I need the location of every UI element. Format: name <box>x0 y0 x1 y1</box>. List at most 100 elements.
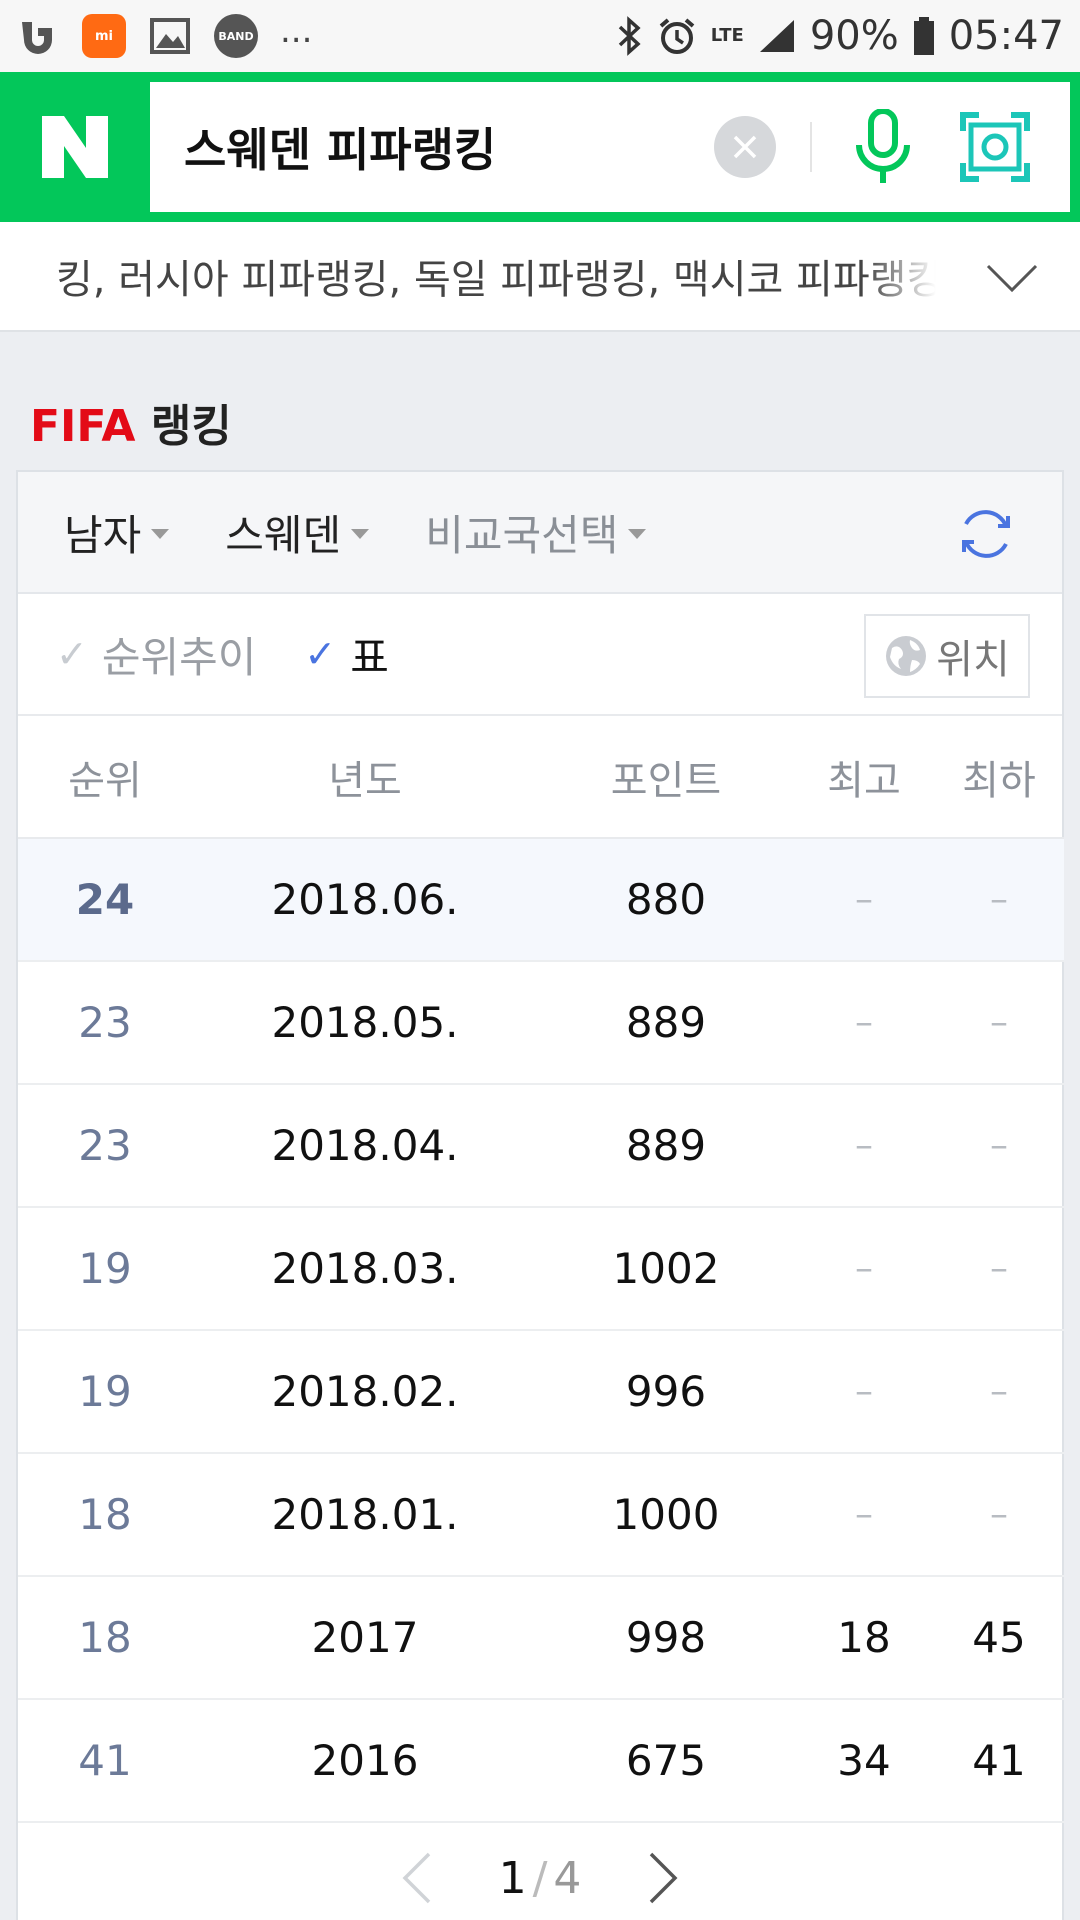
year-cell: 2016 <box>192 1699 538 1823</box>
next-page-button[interactable] <box>643 1850 683 1906</box>
previous-page-button[interactable] <box>397 1850 437 1906</box>
clear-search-button[interactable] <box>714 116 776 178</box>
table-view-option[interactable]: ✓ 표 <box>304 624 388 685</box>
table-row: 19 2018.03. 1002 – – <box>18 1207 1064 1331</box>
refresh-icon[interactable] <box>954 502 1018 566</box>
location-button[interactable]: 위치 <box>864 614 1030 698</box>
worst-cell: 45 <box>934 1576 1064 1700</box>
header-best: 최고 <box>794 716 934 839</box>
total-pages: 4 <box>553 1852 582 1904</box>
signal-icon <box>759 20 794 52</box>
rank-cell: 18 <box>18 1453 192 1577</box>
naver-logo-icon <box>42 116 108 178</box>
header-worst: 최하 <box>934 716 1064 839</box>
compare-country-select[interactable]: 비교국선택 <box>425 502 647 563</box>
worst-cell: – <box>934 838 1064 962</box>
country-select[interactable]: 스웨덴 <box>225 502 370 563</box>
points-cell: 1002 <box>538 1207 794 1331</box>
band-icon: BAND <box>214 14 258 58</box>
battery-icon <box>913 17 934 55</box>
header-year: 년도 <box>192 716 538 839</box>
caret-down-icon <box>628 529 647 539</box>
points-cell: 880 <box>538 838 794 962</box>
worst-cell: 41 <box>934 1699 1064 1823</box>
status-bar: mi BAND ... LTE 90% 05:47 <box>0 0 1080 72</box>
section-title: FIFA 랭킹 <box>30 390 232 454</box>
rank-cell: 19 <box>18 1330 192 1454</box>
clock: 05:47 <box>948 13 1064 59</box>
table-row: 23 2018.05. 889 – – <box>18 961 1064 1085</box>
table-row: 18 2017 998 18 45 <box>18 1576 1064 1700</box>
header-rank: 순위 <box>18 716 192 839</box>
gender-select[interactable]: 남자 <box>64 502 170 563</box>
points-cell: 889 <box>538 1084 794 1208</box>
compare-select-label: 비교국선택 <box>425 510 619 560</box>
globe-icon <box>886 636 927 676</box>
best-cell: – <box>794 1084 934 1208</box>
band-icon-label: BAND <box>218 29 254 43</box>
bluetooth-icon <box>618 16 641 56</box>
mi-icon: mi <box>82 14 126 58</box>
related-searches-text[interactable]: 킹, 러시아 피파랭킹, 독일 피파랭킹, 맥시코 피파랭킹 <box>56 247 936 305</box>
rank-cell: 23 <box>18 1084 192 1208</box>
rank-cell: 19 <box>18 1207 192 1331</box>
best-cell: 18 <box>794 1576 934 1700</box>
best-cell: 34 <box>794 1699 934 1823</box>
table-row: 19 2018.02. 996 – – <box>18 1330 1064 1454</box>
chevron-down-icon[interactable] <box>984 250 1040 306</box>
trend-view-label: 순위추이 <box>101 632 257 682</box>
rank-cell: 24 <box>18 838 192 962</box>
check-icon: ✓ <box>304 632 337 676</box>
view-toggle-row: ✓ 순위추이 ✓ 표 위치 <box>18 594 1062 716</box>
year-cell: 2018.02. <box>192 1330 538 1454</box>
voice-search-button[interactable] <box>838 102 928 192</box>
points-cell: 996 <box>538 1330 794 1454</box>
year-cell: 2018.05. <box>192 961 538 1085</box>
table-header-row: 순위 년도 포인트 최고 최하 <box>18 716 1064 839</box>
current-page: 1 <box>498 1852 527 1904</box>
camera-lens-icon <box>960 112 1030 182</box>
trend-view-option[interactable]: ✓ 순위추이 <box>56 624 256 685</box>
best-cell: – <box>794 1330 934 1454</box>
caret-down-icon <box>351 529 370 539</box>
lens-search-button[interactable] <box>950 102 1040 192</box>
year-cell: 2018.03. <box>192 1207 538 1331</box>
year-cell: 2018.04. <box>192 1084 538 1208</box>
year-cell: 2018.06. <box>192 838 538 962</box>
table-row: 41 2016 675 34 41 <box>18 1699 1064 1823</box>
close-icon <box>733 135 757 159</box>
fifa-ranking-card: 남자 스웨덴 비교국선택 ✓ 순위추이 ✓ 표 위치 순위 년도 포인트 최고 … <box>16 470 1064 1920</box>
worst-cell: – <box>934 1453 1064 1577</box>
best-cell: – <box>794 1453 934 1577</box>
best-cell: – <box>794 838 934 962</box>
notification-icons: mi BAND ... <box>16 11 312 58</box>
filter-bar: 남자 스웨덴 비교국선택 <box>18 472 1062 594</box>
section-title-brand: FIFA <box>30 401 136 452</box>
worst-cell: – <box>934 961 1064 1085</box>
page-separator: / <box>532 1852 548 1904</box>
gender-select-label: 남자 <box>64 510 142 560</box>
caret-down-icon <box>151 529 170 539</box>
mi-icon-label: mi <box>94 28 113 44</box>
best-cell: – <box>794 1207 934 1331</box>
ranking-table: 순위 년도 포인트 최고 최하 24 2018.06. 880 – – 23 2… <box>18 716 1064 1823</box>
year-cell: 2018.01. <box>192 1453 538 1577</box>
year-cell: 2017 <box>192 1576 538 1700</box>
search-header: 스웨덴 피파랭킹 <box>0 72 1080 222</box>
rank-cell: 41 <box>18 1699 192 1823</box>
worst-cell: – <box>934 1084 1064 1208</box>
country-select-label: 스웨덴 <box>225 510 342 560</box>
search-input[interactable]: 스웨덴 피파랭킹 <box>150 114 714 180</box>
network-type: LTE <box>710 25 744 46</box>
system-status: LTE 90% 05:47 <box>617 13 1064 59</box>
location-button-label: 위치 <box>936 637 1010 683</box>
worst-cell: – <box>934 1207 1064 1331</box>
microphone-icon <box>856 109 910 183</box>
naver-logo-button[interactable] <box>0 72 150 222</box>
rank-cell: 23 <box>18 961 192 1085</box>
points-cell: 675 <box>538 1699 794 1823</box>
search-divider <box>810 122 812 172</box>
header-points: 포인트 <box>538 716 794 839</box>
worst-cell: – <box>934 1330 1064 1454</box>
rank-cell: 18 <box>18 1576 192 1700</box>
